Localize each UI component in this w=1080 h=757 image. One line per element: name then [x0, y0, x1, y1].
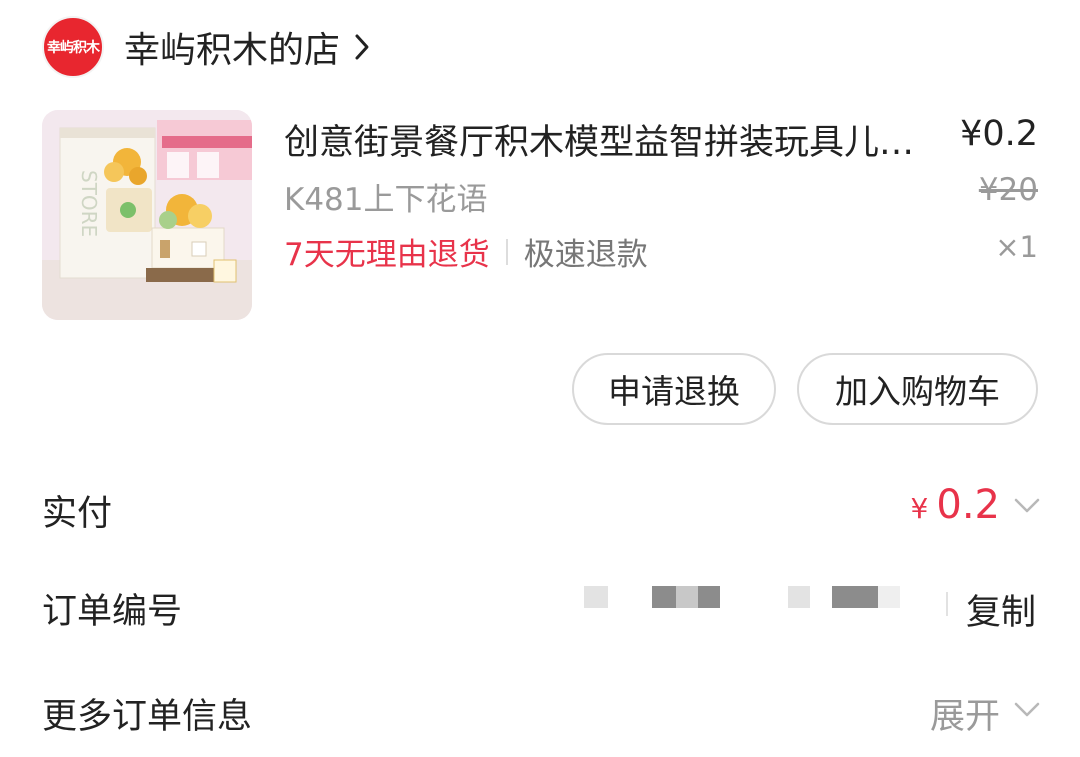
- quantity: ×1: [995, 230, 1038, 264]
- copy-divider: [946, 592, 948, 616]
- service-tags: 7天无理由退货 极速退款: [284, 229, 648, 274]
- original-price: ¥20: [978, 172, 1038, 208]
- chevron-down-icon[interactable]: [1014, 498, 1040, 514]
- product-title[interactable]: 创意街景餐厅积木模型益智拼装玩具儿…: [284, 114, 956, 165]
- tag-divider: [505, 238, 508, 265]
- product-image[interactable]: STORE: [42, 110, 252, 320]
- add-to-cart-button[interactable]: 加入购物车: [797, 353, 1038, 425]
- shop-logo: 幸屿积木: [42, 16, 104, 78]
- product-variant: K481上下花语: [284, 182, 488, 218]
- expand-button[interactable]: 展开: [930, 688, 1000, 739]
- paid-amount[interactable]: ¥ 0.2: [911, 482, 1000, 528]
- shop-header[interactable]: 幸屿积木 幸屿积木的店: [42, 16, 370, 78]
- paid-amount-value: 0.2: [936, 482, 1000, 528]
- order-detail-page: 幸屿积木 幸屿积木的店 STORE 创意街景餐厅积木模型益智拼装玩具儿… ¥0.…: [0, 0, 1080, 757]
- chevron-right-icon: [355, 34, 369, 60]
- more-order-info-label[interactable]: 更多订单信息: [42, 688, 252, 739]
- shop-name[interactable]: 幸屿积木的店: [124, 21, 340, 73]
- chevron-down-icon[interactable]: [1014, 702, 1040, 718]
- product-price: ¥0.2: [960, 114, 1038, 154]
- product-image-art: STORE: [42, 110, 252, 320]
- order-number-masked: [584, 586, 900, 608]
- order-number-label: 订单编号: [42, 592, 183, 632]
- copy-button[interactable]: 复制: [966, 584, 1036, 635]
- return-policy-tag: 7天无理由退货: [284, 237, 490, 273]
- fast-refund-tag: 极速退款: [523, 237, 648, 273]
- paid-label: 实付: [42, 494, 113, 534]
- apply-return-button[interactable]: 申请退换: [572, 353, 776, 425]
- paid-currency: ¥: [910, 492, 929, 525]
- box-store-text: STORE: [77, 170, 101, 237]
